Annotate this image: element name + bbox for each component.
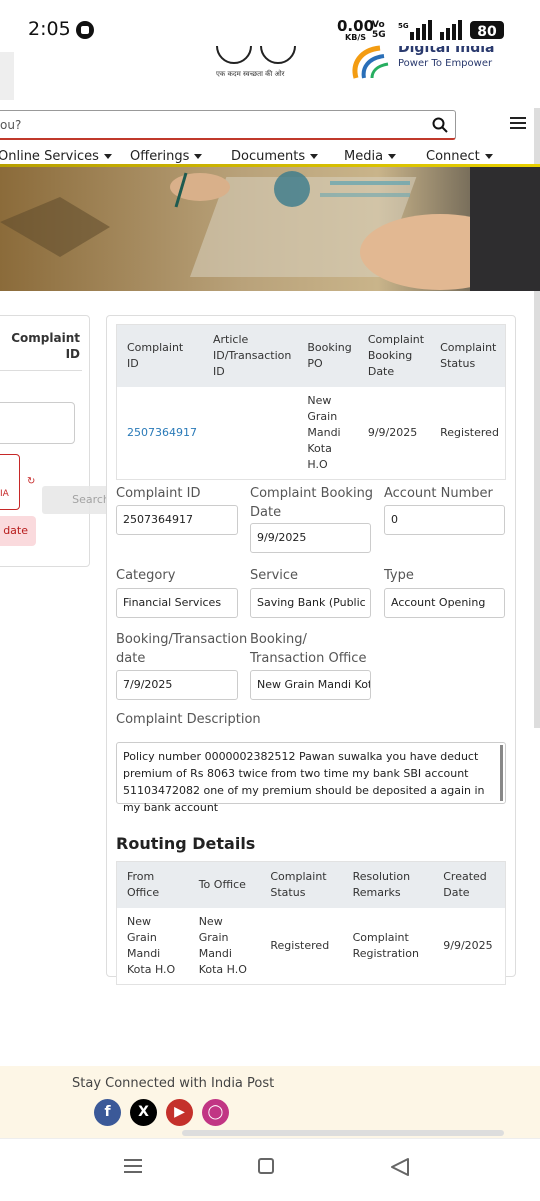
- created-date-cell: 9/9/2025: [433, 907, 506, 984]
- validate-button[interactable]: date: [0, 516, 36, 546]
- routing-details-title: Routing Details: [116, 834, 256, 853]
- signal-5g-icon: 5G: [398, 20, 432, 40]
- col-to-office: To Office: [188, 861, 261, 908]
- site-search-input[interactable]: [0, 110, 456, 140]
- panel-divider: [0, 370, 82, 371]
- complaint-id-column-header: Complaint ID: [11, 331, 80, 361]
- volte-indicator: Vo 5G: [372, 20, 386, 40]
- col-resolution-remarks: Resolution Remarks: [342, 861, 434, 908]
- type-label: Type: [384, 568, 414, 583]
- captcha-image: [0, 454, 20, 510]
- complaint-status-cell: Registered: [260, 907, 343, 984]
- nav-online-services-label: Online Services: [0, 149, 99, 164]
- screen-record-icon: [76, 21, 94, 39]
- from-office-cell: New Grain Mandi Kota H.O: [116, 907, 189, 984]
- txn-date-label: Booking/Transaction date: [116, 632, 248, 666]
- digital-india-tagline: Power To Empower: [398, 58, 493, 69]
- chevron-down-icon: [484, 154, 493, 159]
- complaint-id-field[interactable]: 2507364917: [116, 505, 238, 535]
- account-number-label: Account Number: [384, 486, 493, 501]
- nav-documents[interactable]: Documents: [231, 149, 319, 164]
- nav-connect[interactable]: Connect: [426, 149, 493, 164]
- col-status: Complaint Status: [430, 324, 506, 387]
- booking-date-field[interactable]: 9/9/2025: [250, 523, 371, 553]
- captcha-text: IA: [0, 489, 9, 499]
- description-label: Complaint Description: [116, 712, 261, 727]
- youtube-icon[interactable]: ▶: [166, 1099, 193, 1126]
- home-icon[interactable]: [258, 1158, 274, 1174]
- category-label: Category: [116, 568, 176, 583]
- complaint-id-link[interactable]: 2507364917: [116, 386, 203, 479]
- chevron-down-icon: [194, 154, 203, 159]
- nav-online-services[interactable]: Online Services: [0, 149, 112, 164]
- back-icon[interactable]: [390, 1158, 410, 1176]
- nav-media[interactable]: Media: [344, 149, 397, 164]
- account-number-field[interactable]: 0: [384, 505, 505, 535]
- complaint-summary-table: Complaint ID Article ID/Transaction ID B…: [116, 324, 506, 480]
- table-header-row: From Office To Office Complaint Status R…: [116, 861, 506, 908]
- service-label: Service: [250, 568, 299, 583]
- service-field[interactable]: Saving Bank (Public P: [250, 588, 371, 618]
- table-header-row: Complaint ID Article ID/Transaction ID B…: [116, 324, 506, 387]
- col-booking-po: Booking PO: [297, 324, 358, 387]
- chevron-down-icon: [310, 154, 319, 159]
- col-complaint-status: Complaint Status: [260, 861, 343, 908]
- table-row: New Grain Mandi Kota H.O New Grain Mandi…: [116, 907, 506, 984]
- footer-stay-connected: Stay Connected with India Post: [72, 1076, 275, 1091]
- nav-documents-label: Documents: [231, 149, 306, 164]
- booking-date-label: Complaint Booking Date: [250, 486, 374, 520]
- status-cell: Registered: [430, 386, 506, 479]
- network-speed: 0.00 KB/S: [337, 19, 374, 44]
- category-field[interactable]: Financial Services: [116, 588, 238, 618]
- table-row: 2507364917 New Grain Mandi Kota H.O 9/9/…: [116, 386, 506, 479]
- search-placeholder: ou?: [0, 118, 22, 132]
- hero-banner-image: [0, 167, 540, 291]
- battery-icon: 80: [470, 21, 504, 40]
- txn-date-field[interactable]: 7/9/2025: [116, 670, 238, 700]
- textarea-scrollbar[interactable]: [500, 745, 503, 801]
- nav-media-label: Media: [344, 149, 384, 164]
- to-office-cell: New Grain Mandi Kota H.O: [188, 907, 261, 984]
- complaint-id-label: Complaint ID: [116, 486, 201, 501]
- col-booking-date: Complaint Booking Date: [357, 324, 431, 387]
- col-complaint-id: Complaint ID: [116, 324, 203, 387]
- txn-office-label: Booking/ Transaction Office: [250, 632, 367, 666]
- complaint-id-input[interactable]: [0, 402, 75, 444]
- txn-office-field[interactable]: New Grain Mandi Kot: [250, 670, 371, 700]
- facebook-icon[interactable]: f: [94, 1099, 121, 1126]
- booking-date-cell: 9/9/2025: [357, 386, 431, 479]
- col-created-date: Created Date: [433, 861, 506, 908]
- digital-india-logo: [352, 45, 389, 79]
- india-post-logo-fragment: [0, 52, 14, 100]
- status-time: 2:05: [28, 18, 71, 40]
- nav-offerings-label: Offerings: [130, 149, 190, 164]
- refresh-captcha-icon[interactable]: ↻: [27, 476, 35, 487]
- recent-apps-icon[interactable]: [124, 1158, 142, 1174]
- search-icon[interactable]: [432, 117, 448, 133]
- banner-illustration: [0, 167, 540, 291]
- complaint-description-textarea[interactable]: Policy number 0000002382512 Pawan suwalk…: [116, 742, 506, 814]
- chevron-down-icon: [388, 154, 397, 159]
- type-field[interactable]: Account Opening: [384, 588, 505, 618]
- chevron-down-icon: [103, 154, 112, 159]
- x-icon[interactable]: X: [130, 1099, 157, 1126]
- network-type: 5G: [398, 22, 409, 30]
- nav-connect-label: Connect: [426, 149, 480, 164]
- routing-details-table: From Office To Office Complaint Status R…: [116, 861, 506, 985]
- swachh-tagline: एक कदम स्वच्छता की ओर: [216, 70, 285, 78]
- nav-offerings[interactable]: Offerings: [130, 149, 203, 164]
- footer-scrollbar[interactable]: [182, 1130, 504, 1136]
- booking-po-cell: New Grain Mandi Kota H.O: [297, 386, 358, 479]
- signal-icon: [440, 20, 462, 40]
- article-id-cell: [203, 386, 298, 479]
- instagram-icon[interactable]: ◯: [202, 1099, 229, 1126]
- resolution-remarks-cell: Complaint Registration: [342, 907, 434, 984]
- col-from-office: From Office: [116, 861, 189, 908]
- col-article-id: Article ID/Transaction ID: [203, 324, 298, 387]
- hamburger-menu-icon[interactable]: [510, 116, 526, 130]
